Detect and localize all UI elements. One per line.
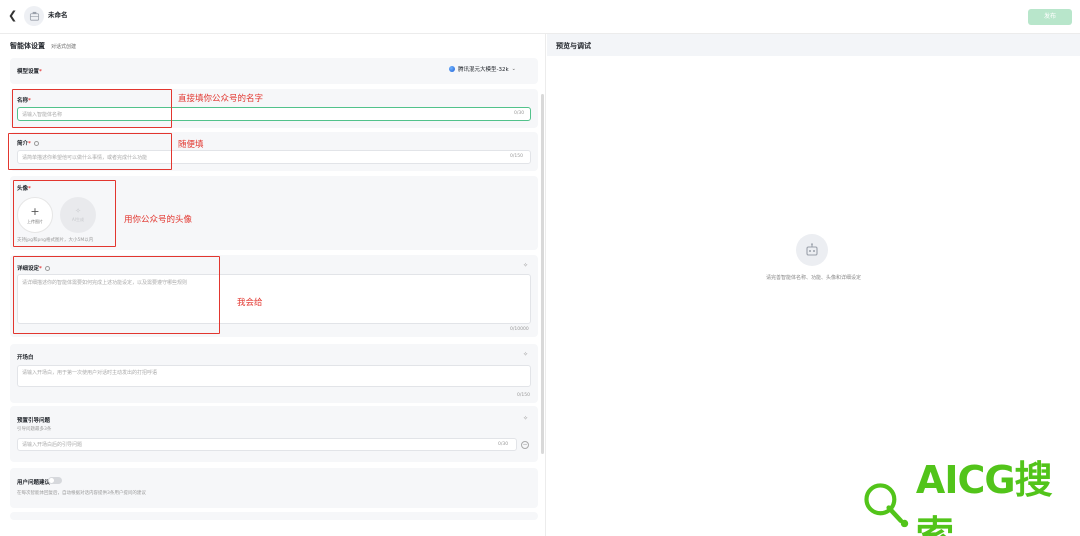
remove-question-button[interactable]: − bbox=[521, 441, 529, 449]
watermark: AICG搜索 bbox=[860, 458, 1076, 536]
hunyuan-logo-icon bbox=[449, 66, 455, 72]
name-counter: 0/30 bbox=[514, 111, 525, 116]
annotation-text-detail: 我会给 bbox=[237, 298, 263, 308]
preview-title: 预览与调试 bbox=[556, 42, 591, 50]
question-suggestions-label: 用户问题建议 bbox=[17, 480, 51, 486]
opening-label: 开场白 bbox=[17, 355, 34, 361]
annotation-box-name bbox=[12, 89, 172, 128]
model-select-value: 腾讯混元大模型-32k bbox=[458, 67, 509, 73]
opening-counter: 0/150 bbox=[517, 393, 530, 398]
model-settings-card: 模型设置* 腾讯混元大模型-32k ⌄ bbox=[10, 58, 538, 84]
chevron-left-icon: ❮ bbox=[8, 9, 18, 22]
preset-questions-card: 预置引导问题 ✧ 引导问题最多3条 请输入开场白后的引导问题 0/30 − bbox=[10, 406, 538, 462]
annotation-box-detail bbox=[13, 256, 220, 334]
settings-title: 智能体设置 bbox=[10, 42, 45, 50]
preset-questions-label: 预置引导问题 bbox=[17, 418, 51, 424]
preset-questions-hint: 引导问题最多3条 bbox=[17, 427, 52, 432]
opening-textarea[interactable]: 请输入开场白，用于第一次使用户对话时主动发出的打招呼语 bbox=[17, 365, 531, 387]
annotation-box-avatar bbox=[13, 180, 116, 247]
next-settings-card bbox=[10, 512, 538, 520]
detail-counter: 0/10000 bbox=[510, 327, 529, 332]
watermark-text: AICG搜索 bbox=[915, 458, 1053, 536]
opening-card: 开场白 ✧ 请输入开场白，用于第一次使用户对话时主动发出的打招呼语 0/150 bbox=[10, 344, 538, 403]
magnifier-logo-icon bbox=[864, 483, 909, 528]
preset-question-counter: 0/30 bbox=[498, 442, 509, 447]
question-suggestions-card: 用户问题建议 在每次智能体回复后，自动根据对话内容提供3条用户提问的建议 bbox=[10, 468, 538, 508]
top-bar: ❮ 未命名 发布 bbox=[0, 0, 1080, 34]
preview-header: 预览与调试 bbox=[547, 34, 1080, 56]
annotation-text-name: 直接填你公众号的名字 bbox=[178, 94, 264, 104]
publish-button[interactable]: 发布 bbox=[1028, 9, 1072, 25]
annotation-box-intro bbox=[8, 133, 172, 170]
model-select[interactable]: 腾讯混元大模型-32k ⌄ bbox=[449, 65, 516, 73]
annotation-text-intro: 随便填 bbox=[178, 140, 204, 150]
chevron-down-icon: ⌄ bbox=[511, 66, 516, 72]
bot-placeholder-icon bbox=[29, 11, 39, 21]
ai-optimize-icon[interactable]: ✧ bbox=[523, 415, 528, 422]
intro-counter: 0/150 bbox=[510, 154, 523, 159]
settings-scrollbar[interactable] bbox=[541, 94, 544, 454]
question-suggestions-hint: 在每次智能体回复后，自动根据对话内容提供3条用户提问的建议 bbox=[17, 491, 146, 496]
agent-avatar[interactable] bbox=[24, 6, 44, 26]
robot-icon bbox=[806, 243, 818, 256]
settings-header: 智能体设置 对话式创建 bbox=[10, 41, 76, 51]
model-settings-label: 模型设置* bbox=[17, 69, 42, 75]
conversational-create-link[interactable]: 对话式创建 bbox=[51, 43, 76, 50]
ai-optimize-icon[interactable]: ✧ bbox=[523, 262, 528, 269]
annotation-text-avatar: 用你公众号的头像 bbox=[124, 215, 193, 225]
back-button[interactable]: ❮ bbox=[8, 10, 20, 22]
ai-optimize-icon[interactable]: ✧ bbox=[523, 351, 528, 358]
agent-name: 未命名 bbox=[48, 11, 68, 19]
preset-question-input[interactable]: 请输入开场白后的引导问题 bbox=[17, 438, 517, 451]
empty-state-bot bbox=[796, 234, 828, 266]
question-suggestions-toggle[interactable] bbox=[48, 477, 62, 484]
empty-state-hint: 请完善智能体名称、功能、头像和详细设定 bbox=[765, 275, 861, 281]
